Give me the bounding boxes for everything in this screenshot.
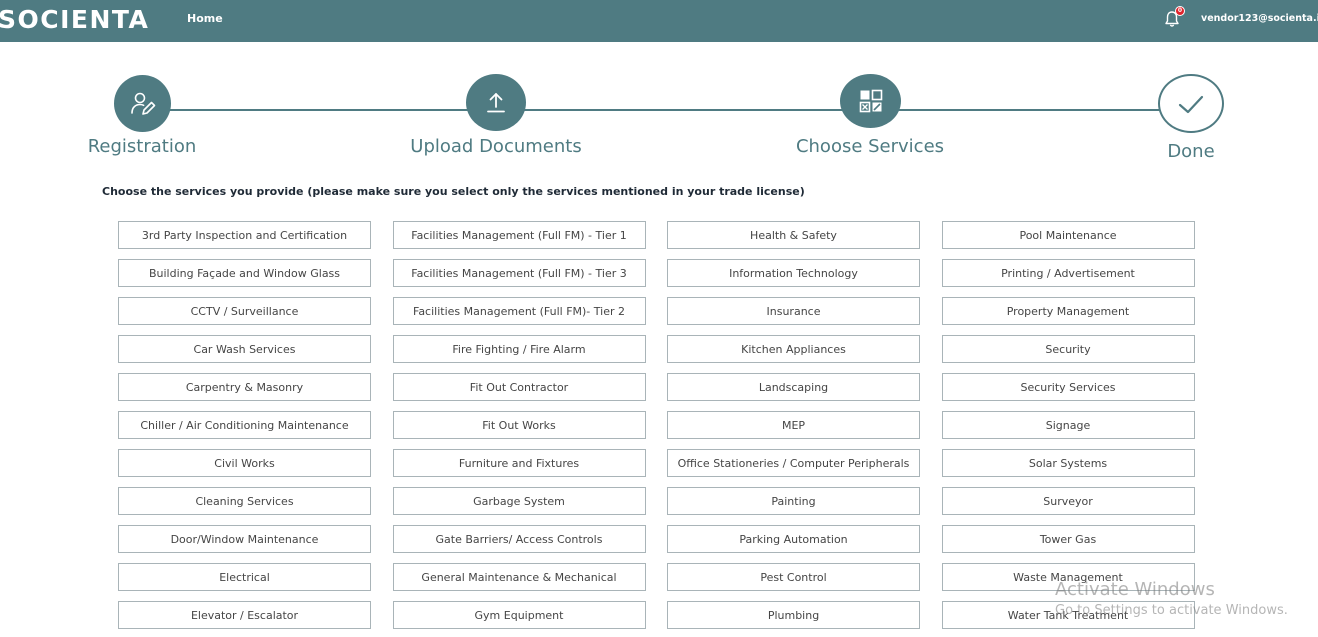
service-option[interactable]: Information Technology bbox=[667, 259, 920, 287]
service-option[interactable]: 3rd Party Inspection and Certification bbox=[118, 221, 371, 249]
socienta-logo[interactable]: SOCIENTA bbox=[0, 4, 149, 36]
services-instructions: Choose the services you provide (please … bbox=[102, 185, 805, 198]
service-option[interactable]: Landscaping bbox=[667, 373, 920, 401]
step-upload-documents-circle bbox=[466, 74, 526, 131]
step-registration-circle bbox=[114, 75, 171, 132]
nav-home-link[interactable]: Home bbox=[187, 12, 223, 26]
service-option[interactable]: Insurance bbox=[667, 297, 920, 325]
notification-count-badge: 0 bbox=[1175, 6, 1185, 16]
top-navbar: SOCIENTA Home 0 vendor123@socienta.io bbox=[0, 0, 1318, 42]
service-option[interactable]: Cleaning Services bbox=[118, 487, 371, 515]
edit-profile-icon bbox=[130, 92, 155, 115]
service-option[interactable]: Facilities Management (Full FM) - Tier 1 bbox=[392, 221, 646, 249]
step-done-circle bbox=[1158, 74, 1224, 133]
service-option[interactable]: Carpentry & Masonry bbox=[118, 373, 371, 401]
stepper-progress-line bbox=[142, 109, 1190, 111]
upload-icon bbox=[487, 92, 505, 112]
service-option[interactable]: CCTV / Surveillance bbox=[118, 297, 371, 325]
service-option[interactable]: Facilities Management (Full FM) - Tier 3 bbox=[392, 259, 646, 287]
service-option[interactable]: Tower Gas bbox=[941, 525, 1195, 553]
service-option[interactable]: Garbage System bbox=[392, 487, 646, 515]
service-option[interactable]: Fit Out Works bbox=[392, 411, 646, 439]
step-done-label: Done bbox=[1167, 141, 1215, 162]
service-option[interactable]: MEP bbox=[667, 411, 920, 439]
service-option[interactable]: Chiller / Air Conditioning Maintenance bbox=[118, 411, 371, 439]
step-choose-services-circle bbox=[840, 74, 901, 128]
service-option[interactable]: Building Façade and Window Glass bbox=[118, 259, 371, 287]
service-option[interactable]: Kitchen Appliances bbox=[667, 335, 920, 363]
user-account-menu[interactable]: vendor123@socienta.io bbox=[1201, 13, 1318, 25]
service-option[interactable]: Gym Equipment bbox=[392, 601, 646, 629]
service-option[interactable]: Gate Barriers/ Access Controls bbox=[392, 525, 646, 553]
step-choose-services-label: Choose Services bbox=[795, 136, 945, 157]
service-option[interactable]: Civil Works bbox=[118, 449, 371, 477]
service-option[interactable]: Solar Systems bbox=[941, 449, 1195, 477]
step-registration-label: Registration bbox=[87, 136, 197, 157]
service-option[interactable]: Waste Management bbox=[941, 563, 1195, 591]
service-option[interactable]: Signage bbox=[941, 411, 1195, 439]
service-option[interactable]: Painting bbox=[667, 487, 920, 515]
services-grid-icon bbox=[859, 89, 882, 113]
service-option[interactable]: Parking Automation bbox=[667, 525, 920, 553]
service-option[interactable]: Surveyor bbox=[941, 487, 1195, 515]
service-option[interactable]: Plumbing bbox=[667, 601, 920, 629]
service-option[interactable]: Elevator / Escalator bbox=[118, 601, 371, 629]
service-option[interactable]: General Maintenance & Mechanical bbox=[392, 563, 646, 591]
step-upload-documents-label: Upload Documents bbox=[410, 136, 582, 157]
service-option[interactable]: Electrical bbox=[118, 563, 371, 591]
service-option[interactable]: Water Tank Treatment bbox=[941, 601, 1195, 629]
service-option[interactable]: Fire Fighting / Fire Alarm bbox=[392, 335, 646, 363]
service-option[interactable]: Car Wash Services bbox=[118, 335, 371, 363]
service-option[interactable]: Furniture and Fixtures bbox=[392, 449, 646, 477]
service-option[interactable]: Security Services bbox=[941, 373, 1195, 401]
service-option[interactable]: Pool Maintenance bbox=[941, 221, 1195, 249]
check-icon bbox=[1178, 95, 1204, 113]
service-option[interactable]: Office Stationeries / Computer Periphera… bbox=[667, 449, 920, 477]
service-option[interactable]: Security bbox=[941, 335, 1195, 363]
service-option[interactable]: Fit Out Contractor bbox=[392, 373, 646, 401]
service-option[interactable]: Pest Control bbox=[667, 563, 920, 591]
service-option[interactable]: Facilities Management (Full FM)- Tier 2 bbox=[392, 297, 646, 325]
service-option[interactable]: Printing / Advertisement bbox=[941, 259, 1195, 287]
service-option[interactable]: Health & Safety bbox=[667, 221, 920, 249]
service-option[interactable]: Door/Window Maintenance bbox=[118, 525, 371, 553]
service-option[interactable]: Property Management bbox=[941, 297, 1195, 325]
services-grid: 3rd Party Inspection and Certification F… bbox=[118, 221, 1195, 629]
